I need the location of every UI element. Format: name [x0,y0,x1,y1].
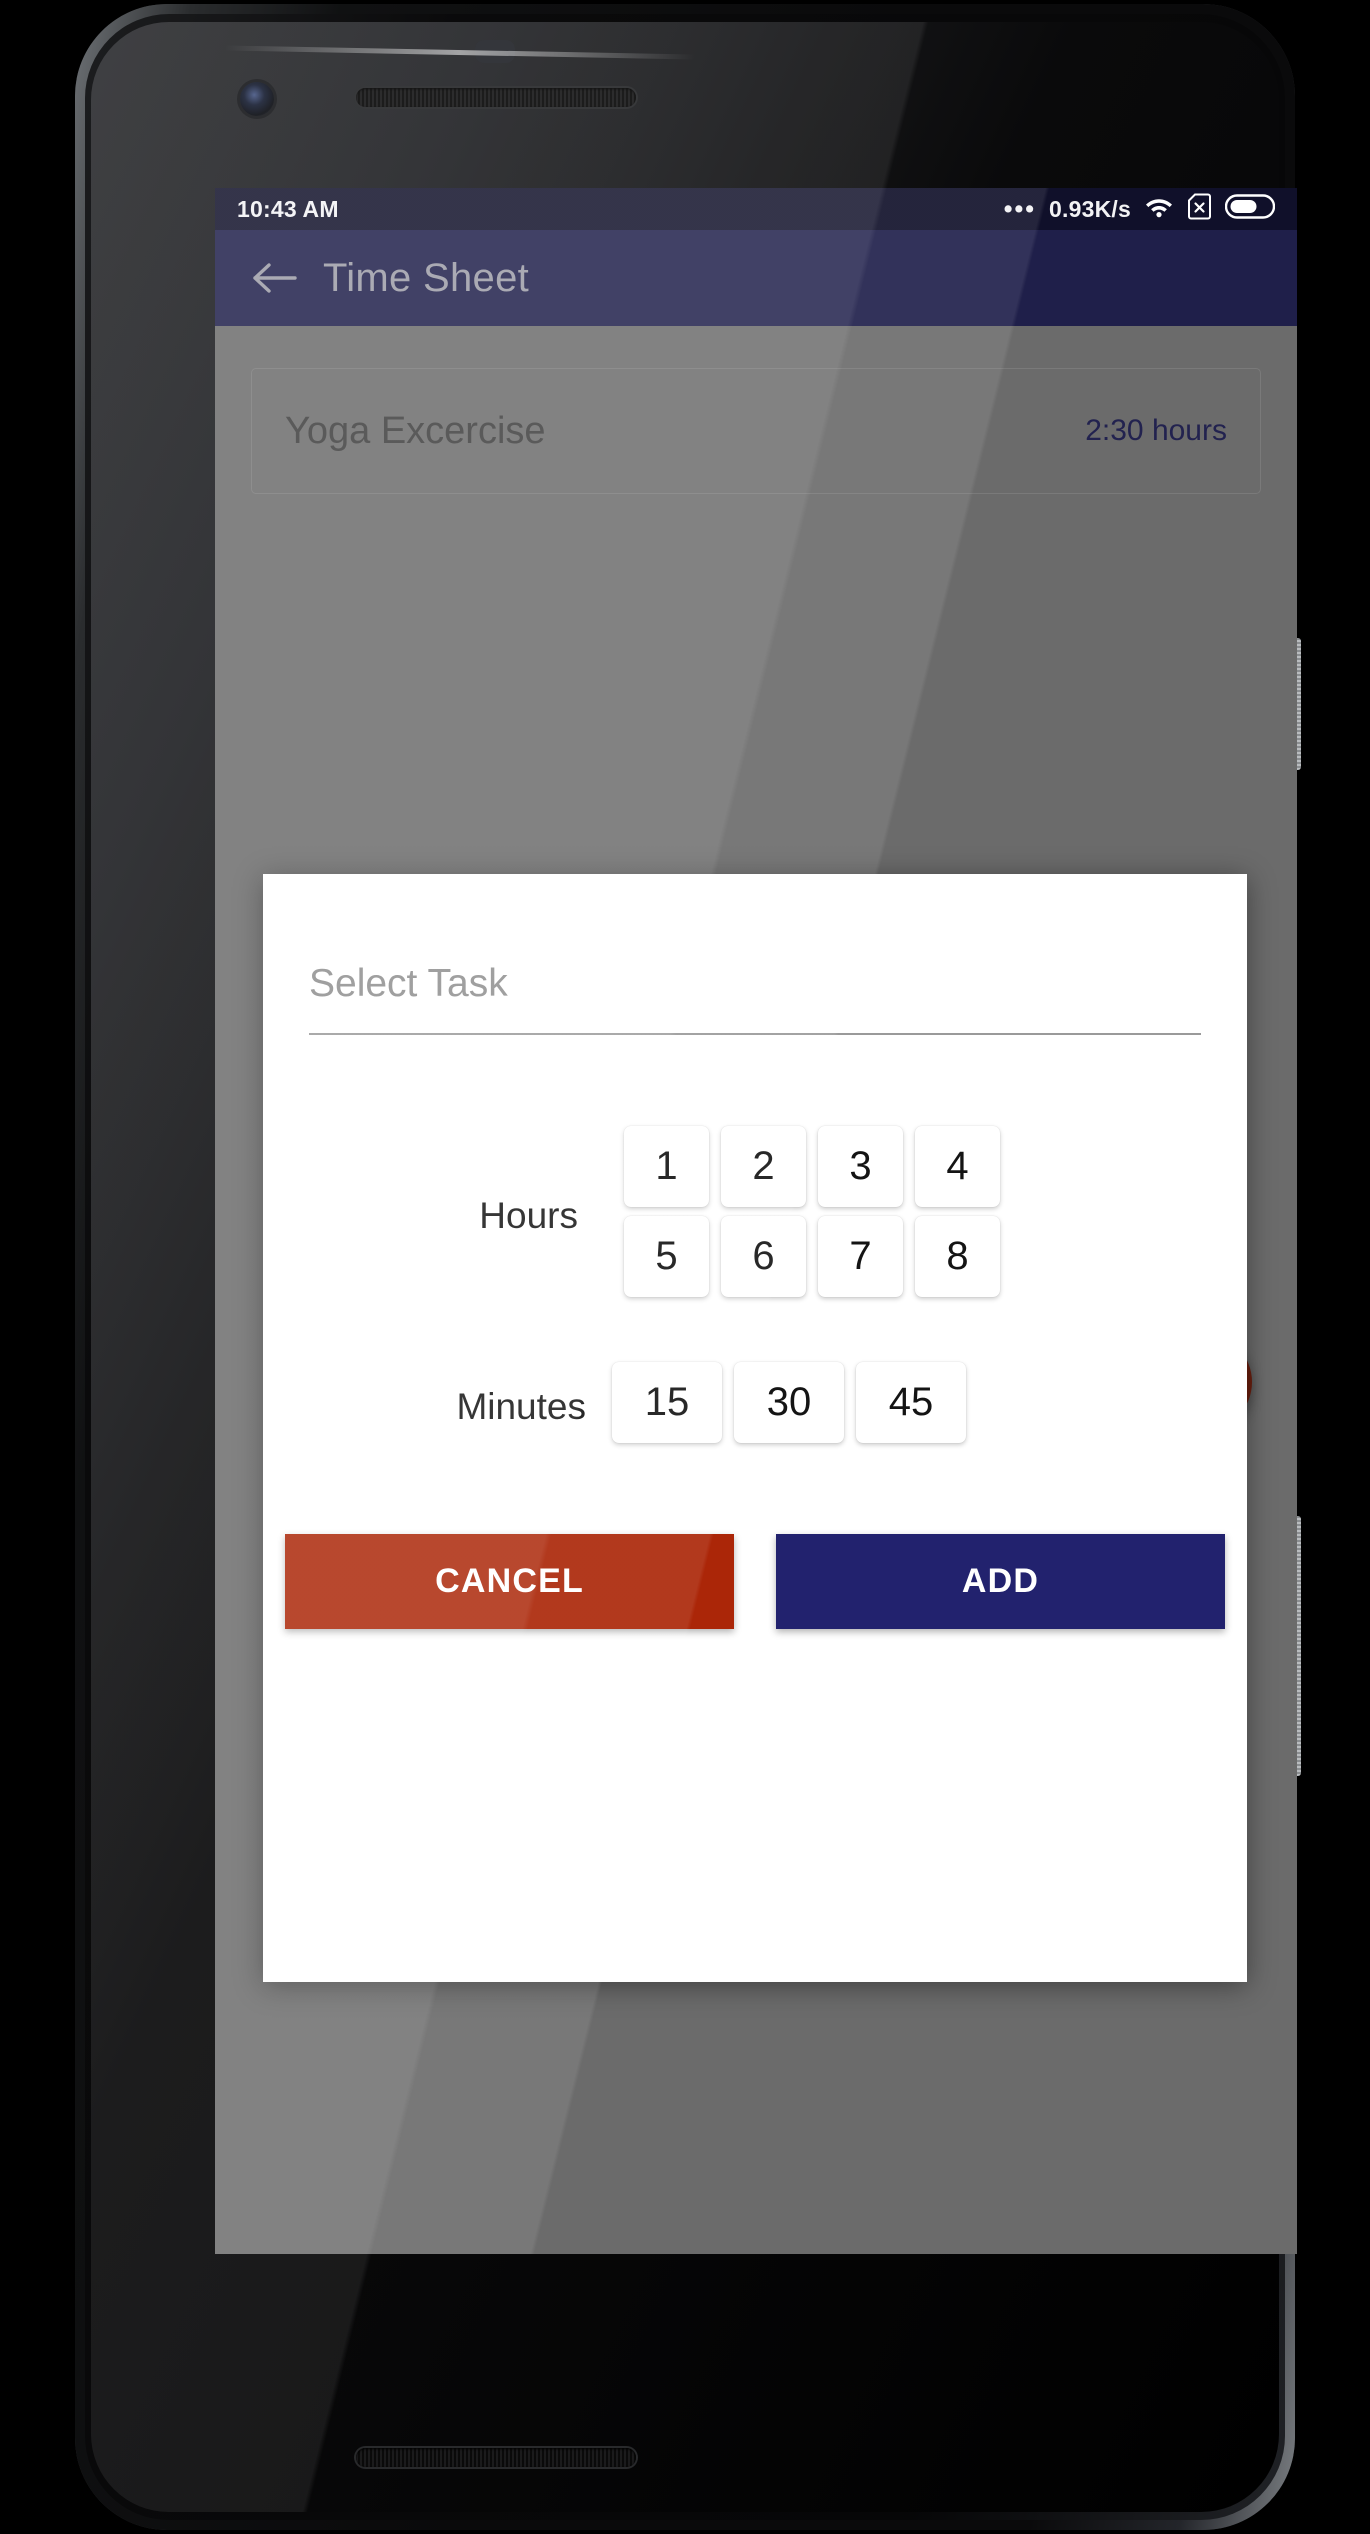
minute-option-30[interactable]: 30 [734,1362,844,1443]
minutes-options: 15 30 45 [606,1362,972,1452]
hour-option-4[interactable]: 4 [915,1126,1000,1207]
select-task-placeholder: Select Task [309,962,508,1005]
hour-option-2[interactable]: 2 [721,1126,806,1207]
phone-screen: 10:43 AM ••• 0.93K/s Time Sheet Yoga Exc… [215,188,1297,2254]
bottom-speaker [356,2448,636,2467]
phone-device: 10:43 AM ••• 0.93K/s Time Sheet Yoga Exc… [75,4,1301,2530]
hour-option-1[interactable]: 1 [624,1126,709,1207]
task-name-label: Yoga Excercise [285,409,546,452]
status-time: 10:43 AM [237,195,339,222]
hour-option-8[interactable]: 8 [915,1216,1000,1297]
cancel-button[interactable]: CANCEL [285,1534,734,1629]
add-button[interactable]: ADD [776,1534,1225,1629]
hours-section: Hours 1 2 3 4 5 6 7 8 [263,1126,1247,1306]
wifi-icon [1144,194,1174,224]
hours-label: Hours [479,1195,578,1236]
dialog-actions: CANCEL ADD [285,1534,1225,1629]
app-bar: Time Sheet [215,230,1297,326]
select-task-input[interactable]: Select Task [309,962,1201,1035]
minute-option-15[interactable]: 15 [612,1362,722,1443]
sim-card-off-icon [1187,193,1212,226]
page-title: Time Sheet [323,255,530,300]
network-speed-label: 0.93K/s [1049,195,1131,222]
minute-option-45[interactable]: 45 [856,1362,966,1443]
select-task-underline [309,1033,1201,1035]
status-bar-right: ••• 0.93K/s [1003,193,1276,226]
status-bar: 10:43 AM ••• 0.93K/s [215,188,1297,230]
hour-option-6[interactable]: 6 [721,1216,806,1297]
timesheet-content: Yoga Excercise 2:30 hours Select Task Ho… [215,326,1297,2254]
hour-option-7[interactable]: 7 [818,1216,903,1297]
hour-option-3[interactable]: 3 [818,1126,903,1207]
minutes-label: Minutes [456,1386,586,1427]
back-arrow-icon[interactable] [245,249,303,307]
hours-options: 1 2 3 4 5 6 7 8 [618,1126,1018,1306]
more-dots-icon: ••• [1003,195,1037,223]
earpiece-speaker [356,88,636,107]
battery-icon [1224,193,1276,225]
task-duration-label: 2:30 hours [1085,414,1227,447]
proximity-sensor [475,40,515,63]
hour-option-5[interactable]: 5 [624,1216,709,1297]
minutes-section: Minutes 15 30 45 [263,1362,1247,1452]
add-time-dialog: Select Task Hours 1 2 3 4 5 6 7 8 Minute… [263,874,1247,1982]
task-list-item[interactable]: Yoga Excercise 2:30 hours [251,368,1261,494]
front-camera-icon [240,82,274,116]
